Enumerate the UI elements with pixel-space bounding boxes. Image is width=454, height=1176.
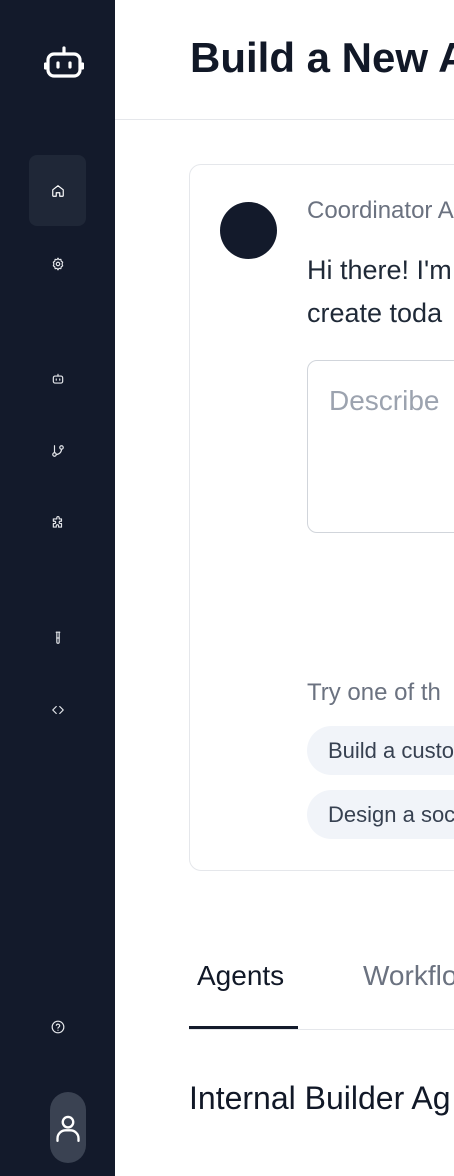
code-icon [51, 705, 64, 714]
coordinator-greeting: Hi there! I'm create toda [307, 249, 454, 335]
home-icon [51, 184, 64, 197]
robot-logo-icon[interactable] [43, 42, 85, 82]
coordinator-avatar [220, 202, 277, 259]
suggestion-chip[interactable]: Build a custo [307, 726, 454, 775]
puzzle-icon [52, 515, 62, 528]
coordinator-name: Coordinator A [307, 197, 454, 224]
main-content: Build a New A Coordinator A Hi there! I'… [115, 0, 454, 1176]
sidebar-item-integrations[interactable] [29, 494, 86, 551]
section-title: Internal Builder Ag [189, 1080, 451, 1116]
greeting-line-1: Hi there! I'm [307, 255, 452, 285]
page-header: Build a New A [115, 0, 454, 120]
agent-description-input[interactable] [307, 360, 454, 533]
user-menu-button[interactable] [50, 1092, 86, 1163]
tab-bar: Agents Workflo [189, 950, 454, 1030]
greeting-line-2: create toda [307, 298, 443, 328]
page-title: Build a New A [190, 34, 454, 81]
sidebar-item-settings[interactable] [29, 235, 86, 292]
test-tube-icon [55, 631, 60, 644]
sidebar [0, 0, 115, 1176]
sidebar-item-testing[interactable] [29, 609, 86, 666]
tab-workflows[interactable]: Workflo [363, 960, 454, 992]
sidebar-item-code[interactable] [29, 681, 86, 738]
suggestion-chip[interactable]: Design a soc [307, 790, 454, 839]
coordinator-card: Coordinator A Hi there! I'm create toda … [189, 164, 454, 871]
sidebar-item-agents[interactable] [29, 350, 86, 407]
sidebar-item-workflows[interactable] [29, 422, 86, 479]
active-tab-indicator [189, 1026, 298, 1029]
gear-icon [52, 257, 63, 270]
git-branch-icon [51, 444, 64, 457]
user-icon [56, 1115, 80, 1142]
robot-icon [52, 373, 63, 384]
suggestions-label: Try one of th [307, 679, 441, 706]
tab-agents[interactable]: Agents [197, 960, 284, 992]
help-circle-icon [51, 1020, 64, 1033]
sidebar-item-home[interactable] [29, 155, 86, 226]
sidebar-item-help[interactable] [29, 998, 86, 1055]
